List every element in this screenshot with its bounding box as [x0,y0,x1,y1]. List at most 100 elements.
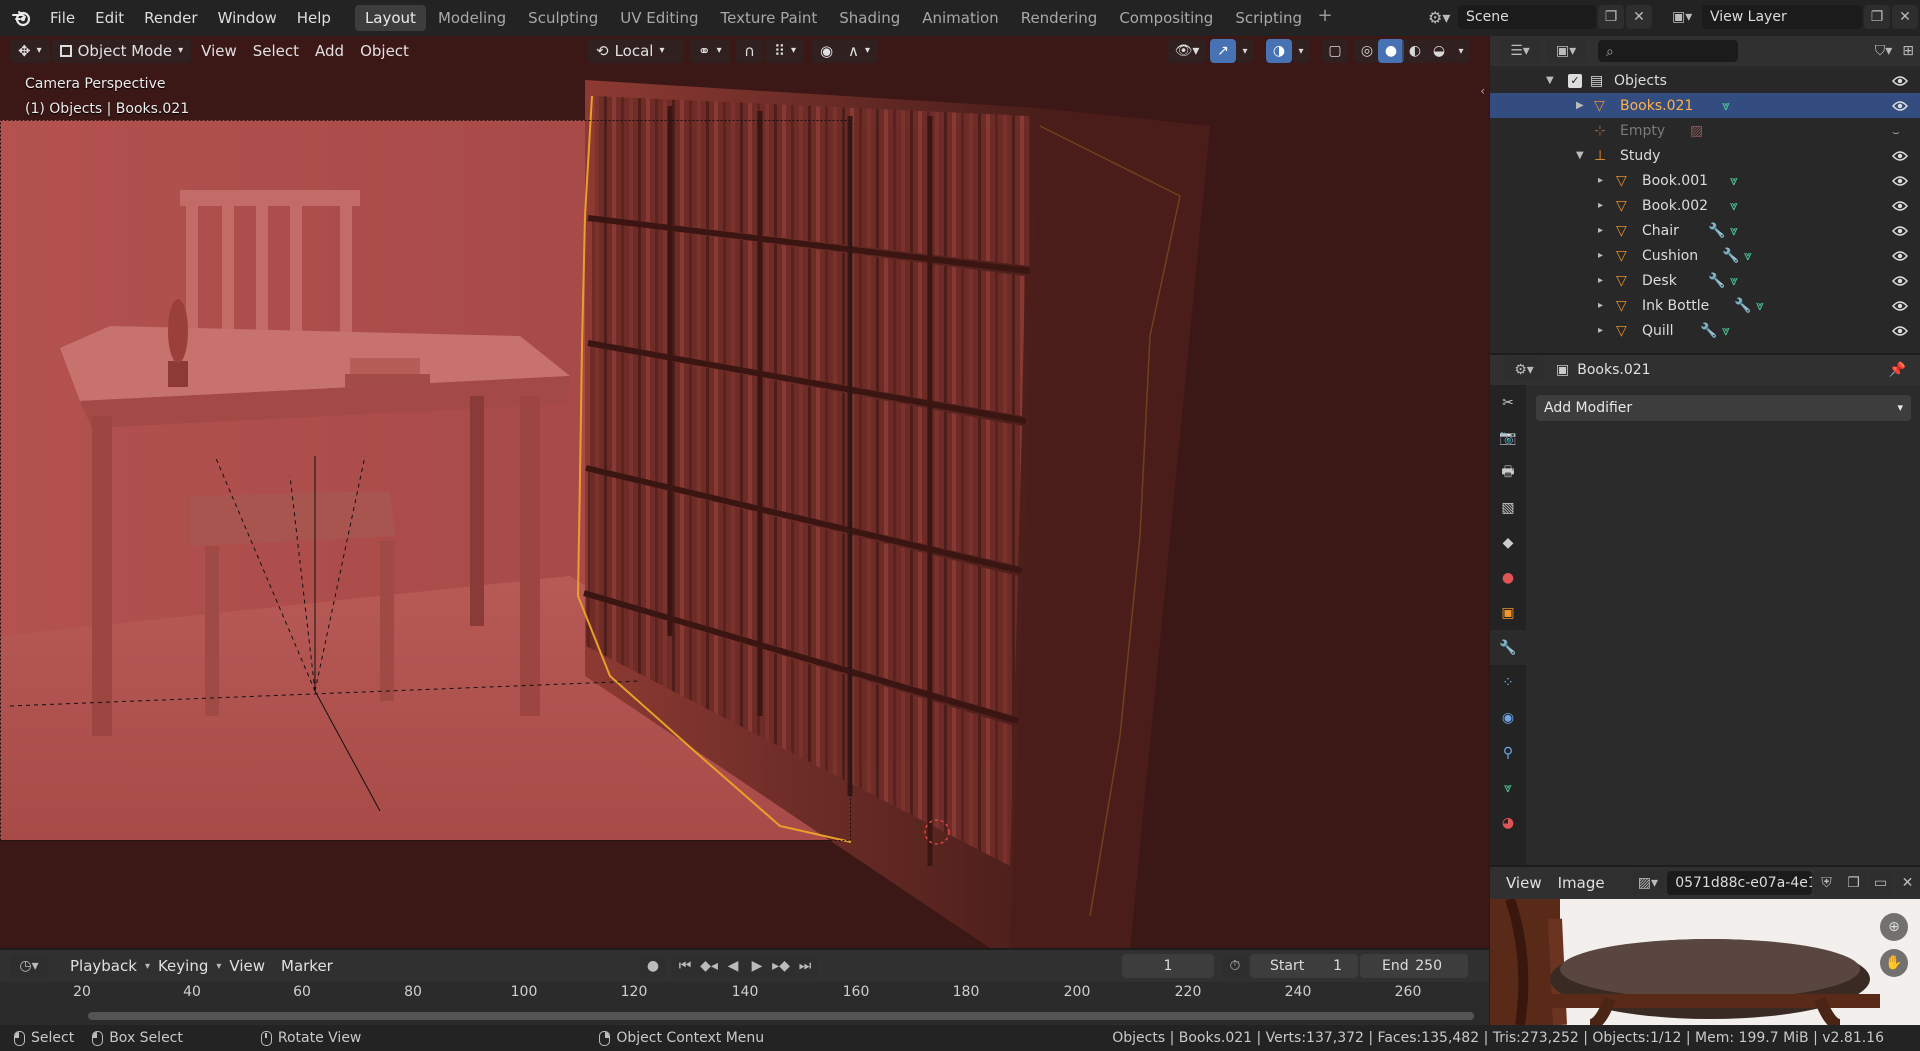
next-keyframe-icon[interactable]: ▸◆ [768,954,794,978]
outliner-row-cushion[interactable]: ▸ ▽ Cushion 🔧 ⩔ [1490,243,1920,268]
material-tab-icon[interactable]: ◕ [1490,805,1526,840]
view-layer-name-field[interactable]: View Layer [1702,5,1862,29]
expand-arrow-icon[interactable]: ▸ [1598,200,1603,211]
timeline-scrollbar[interactable] [88,1012,1474,1020]
current-frame-field[interactable]: 1 [1122,954,1214,978]
menu-render[interactable]: Render [134,4,207,32]
tab-modeling[interactable]: Modeling [428,5,516,31]
end-frame-field[interactable]: End 250 [1360,954,1468,978]
overlays-toggle[interactable]: ◑ [1266,39,1292,63]
outliner-row-ink-bottle[interactable]: ▸ ▽ Ink Bottle 🔧 ⩔ [1490,293,1920,318]
outliner-row-empty[interactable]: ⊹ Empty ▨ ⌣ [1490,118,1920,143]
close-image-icon[interactable]: ✕ [1895,871,1920,895]
eye-icon[interactable] [1892,150,1908,162]
expand-arrow-icon[interactable]: ▸ [1598,225,1603,236]
outliner-collection-row[interactable]: ▼ ✓ ▤ Objects [1490,68,1920,93]
gizmo-toggle[interactable]: ↗ [1210,39,1236,63]
outliner-search-input[interactable]: ⌕ [1598,40,1738,62]
timeline-editor-type-icon[interactable]: ◷▾ [10,954,48,978]
play-icon[interactable]: ▶ [744,954,770,978]
tab-uv-editing[interactable]: UV Editing [610,5,708,31]
delete-view-layer-icon[interactable]: ✕ [1892,5,1918,29]
modifier-tab-icon[interactable]: 🔧 [1490,630,1526,665]
pin-icon[interactable]: 📌 [1889,362,1906,378]
scene-tab-icon[interactable]: ◆ [1490,525,1526,560]
viewport-menu-select[interactable]: Select [245,39,307,63]
constraints-tab-icon[interactable]: ⚲ [1490,735,1526,770]
pan-hand-icon[interactable]: ✋ [1880,949,1908,977]
outliner-row-study[interactable]: ▼ ⊥ Study [1490,143,1920,168]
visibility-dropdown[interactable]: 👁▾ [1168,39,1206,63]
editor-type-button[interactable]: ✥ ▾ [10,39,50,63]
3d-viewport[interactable]: ✥ ▾ Object Mode ▾ View Select Add Object … [0,36,1489,948]
tab-scripting[interactable]: Scripting [1225,5,1312,31]
image-editor-menu-image[interactable]: Image [1550,871,1613,895]
physics-tab-icon[interactable]: ◉ [1490,700,1526,735]
outliner-row-book001[interactable]: ▸ ▽ Book.001 ⩔ [1490,168,1920,193]
zoom-in-icon[interactable]: ⊕ [1880,913,1908,941]
tab-compositing[interactable]: Compositing [1109,5,1223,31]
orientation-dropdown[interactable]: ⟲ Local ▾ [588,39,684,63]
tab-rendering[interactable]: Rendering [1011,5,1108,31]
new-view-layer-icon[interactable]: ❐ [1864,5,1890,29]
add-workspace-button[interactable]: + [1314,5,1336,31]
expand-arrow-icon[interactable]: ▸ [1598,175,1603,186]
overlays-dropdown[interactable]: ▾ [1292,39,1310,63]
outliner-row-chair[interactable]: ▸ ▽ Chair 🔧 ⩔ [1490,218,1920,243]
eye-icon[interactable] [1892,325,1908,337]
gizmo-dropdown[interactable]: ▾ [1236,39,1254,63]
view-layer-icon[interactable]: ▣▾ [1672,9,1702,25]
filter-icon[interactable]: ⛉▾ [1875,43,1893,59]
eye-icon[interactable] [1892,75,1908,87]
expand-arrow-icon[interactable]: ▸ [1598,325,1603,336]
timeline-ruler[interactable]: 20 40 60 80 100 120 140 160 180 200 220 … [0,984,1489,1008]
pivot-dropdown[interactable]: ⚭ ▾ [690,39,730,63]
shading-dropdown[interactable]: ▾ [1452,39,1470,63]
timeline-menu-keying[interactable]: Keying [150,954,216,978]
render-tab-icon[interactable]: 📷 [1490,420,1526,455]
blender-logo-icon[interactable] [12,8,32,28]
prev-keyframe-icon[interactable]: ◆◂ [696,954,722,978]
timeline-menu-marker[interactable]: Marker [273,954,341,978]
menu-file[interactable]: File [40,4,85,32]
sidebar-toggle-arrow[interactable]: ‹ [1480,84,1485,98]
timeline-menu-view[interactable]: View [221,954,273,978]
expand-arrow-icon[interactable]: ▼ [1576,150,1584,161]
eye-icon[interactable] [1892,100,1908,112]
eye-icon[interactable] [1892,275,1908,287]
tab-shading[interactable]: Shading [829,5,910,31]
eye-icon[interactable] [1892,200,1908,212]
xray-toggle[interactable]: ▢ [1322,39,1348,63]
view-layer-tab-icon[interactable]: ▧ [1490,490,1526,525]
particles-tab-icon[interactable]: ⁘ [1490,665,1526,700]
add-modifier-dropdown[interactable]: Add Modifier ▾ [1536,395,1911,421]
eye-icon[interactable] [1892,250,1908,262]
play-reverse-icon[interactable]: ◀ [720,954,746,978]
checkbox-icon[interactable]: ✓ [1568,73,1582,88]
start-frame-field[interactable]: Start 1 [1250,954,1358,978]
eye-closed-icon[interactable]: ⌣ [1892,125,1908,139]
wireframe-shading-button[interactable]: ◎ [1354,39,1380,63]
viewport-menu-add[interactable]: Add [307,39,352,63]
eye-icon[interactable] [1892,175,1908,187]
eye-icon[interactable] [1892,225,1908,237]
properties-editor-type-icon[interactable]: ⚙▾ [1504,358,1544,382]
new-scene-icon[interactable]: ❐ [1598,5,1624,29]
outliner-row-desk[interactable]: ▸ ▽ Desk 🔧 ⩔ [1490,268,1920,293]
tab-animation[interactable]: Animation [912,5,1008,31]
jump-end-icon[interactable]: ⏭ [792,954,818,978]
data-tab-icon[interactable]: ⩔ [1490,770,1526,805]
world-tab-icon[interactable]: ● [1490,560,1526,595]
snap-target-dropdown[interactable]: ⠿ ▾ [766,39,805,63]
record-button[interactable]: ● [640,954,666,978]
object-tab-icon[interactable]: ▣ [1490,595,1526,630]
viewport-menu-view[interactable]: View [193,39,245,63]
new-image-icon[interactable]: ❐ [1841,871,1867,895]
menu-help[interactable]: Help [287,4,341,32]
viewport-menu-object[interactable]: Object [352,39,417,63]
display-mode-icon[interactable]: ▣▾ [1546,39,1586,63]
image-editor-menu-view[interactable]: View [1498,871,1550,895]
outliner-row-book002[interactable]: ▸ ▽ Book.002 ⩔ [1490,193,1920,218]
outliner-row-books021[interactable]: ▶ ▽ Books.021 ⩔ [1490,93,1920,118]
expand-arrow-icon[interactable]: ▼ [1546,75,1554,86]
